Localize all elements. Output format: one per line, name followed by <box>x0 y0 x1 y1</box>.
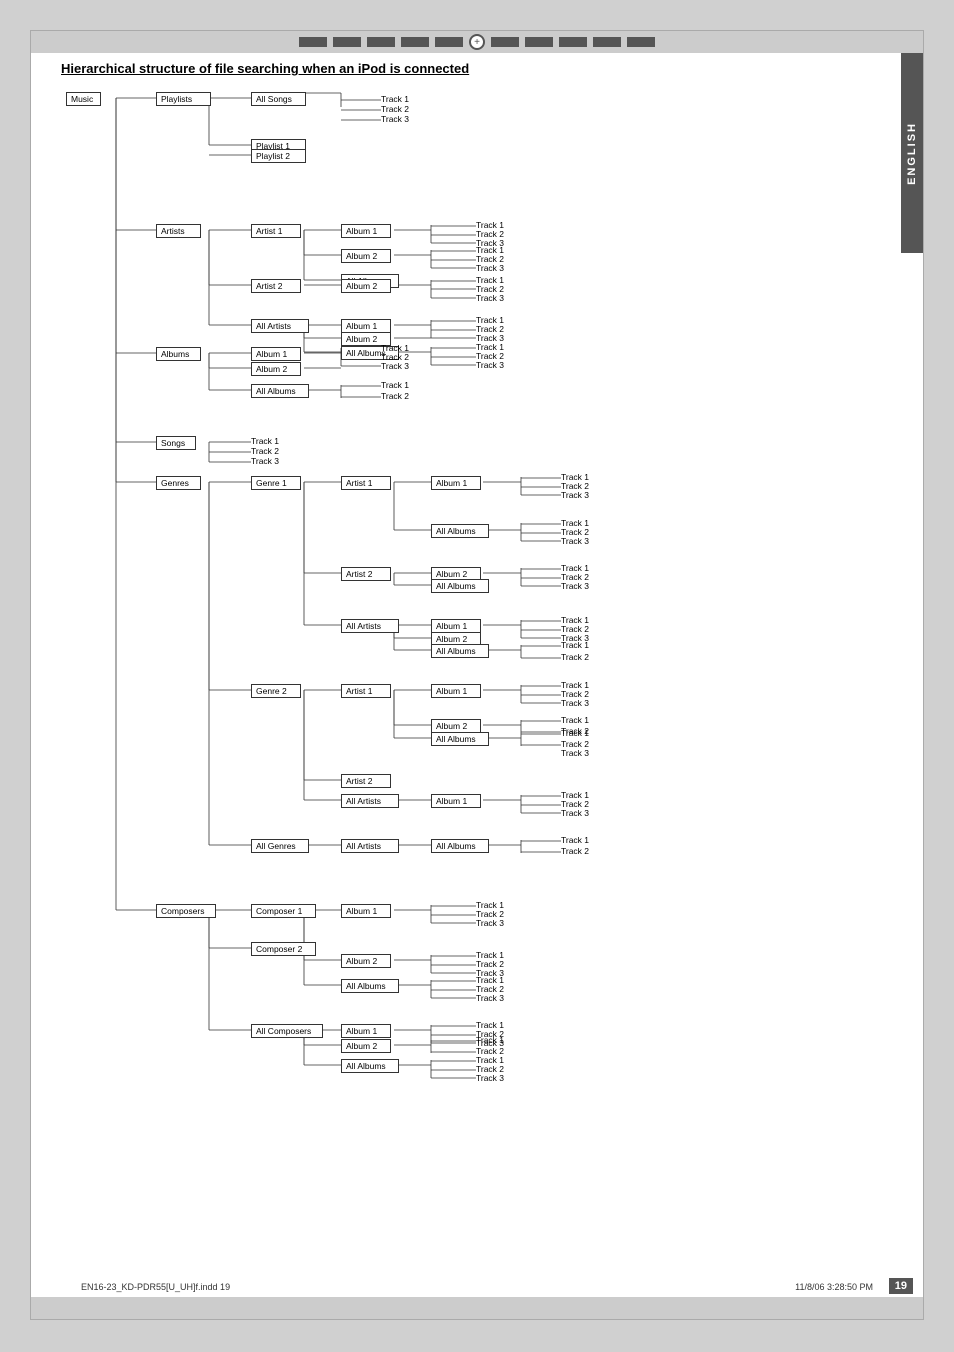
page-title: Hierarchical structure of file searching… <box>61 61 893 76</box>
node-songs: Songs <box>156 436 196 450</box>
node-music: Music <box>66 92 101 106</box>
node-c1-album2: Album 2 <box>341 954 391 968</box>
node-genres: Genres <box>156 476 201 490</box>
node-artist1: Artist 1 <box>251 224 301 238</box>
node-ac-al2-t1: Track 1 <box>476 1035 504 1045</box>
node-g1-aa-album1: Album 1 <box>431 619 481 633</box>
node-composers: Composers <box>156 904 216 918</box>
node-c1-allalbums: All Albums <box>341 979 399 993</box>
node-c1-al1-t3: Track 3 <box>476 918 504 928</box>
node-composer1: Composer 1 <box>251 904 316 918</box>
node-allsongs-t1: Track 1 <box>381 94 409 104</box>
node-g1-aa-allal-t1: Track 1 <box>561 640 589 650</box>
node-alb-album1: Album 1 <box>251 347 301 361</box>
node-ag-allartists: All Artists <box>341 839 399 853</box>
node-g2-a1-allalbums: All Albums <box>431 732 489 746</box>
node-all-genres: All Genres <box>251 839 309 853</box>
node-g2-a1-allal-t3: Track 3 <box>561 748 589 758</box>
node-g1-a2-al2-t3: Track 3 <box>561 581 589 591</box>
node-aa-album1: Album 1 <box>341 319 391 333</box>
node-playlist2: Playlist 2 <box>251 149 306 163</box>
node-g2-aa-al1-t3: Track 3 <box>561 808 589 818</box>
node-playlists: Playlists <box>156 92 211 106</box>
node-all-artists-a: All Artists <box>251 319 309 333</box>
node-g1-allartists: All Artists <box>341 619 399 633</box>
node-aa-allal-t3: Track 3 <box>476 360 504 370</box>
node-alb-al1-t3: Track 3 <box>381 361 409 371</box>
node-a1-album1: Album 1 <box>341 224 391 238</box>
node-ac-album2: Album 2 <box>341 1039 391 1053</box>
node-ac-allal-t3: Track 3 <box>476 1073 504 1083</box>
node-ac-album1: Album 1 <box>341 1024 391 1038</box>
node-all-songs: All Songs <box>251 92 306 106</box>
node-ag-aa-allalbums: All Albums <box>431 839 489 853</box>
bottom-decoration-bar <box>31 1297 923 1319</box>
node-g1-a1-album1: Album 1 <box>431 476 481 490</box>
node-a2-al2-t3: Track 3 <box>476 293 504 303</box>
top-decoration-bar <box>31 31 923 53</box>
node-g2-artist2: Artist 2 <box>341 774 391 788</box>
node-alb-album2: Album 2 <box>251 362 301 376</box>
node-a2-album2: Album 2 <box>341 279 391 293</box>
node-songs-t2: Track 2 <box>251 446 279 456</box>
node-c1-album1: Album 1 <box>341 904 391 918</box>
node-all-composers: All Composers <box>251 1024 323 1038</box>
node-g2-a1-al2-t1: Track 1 <box>561 715 589 725</box>
language-label: ENGLISH <box>906 122 918 185</box>
node-songs-t3: Track 3 <box>251 456 279 466</box>
node-ag-allal-t1: Track 1 <box>561 835 589 845</box>
node-allsongs-t2: Track 2 <box>381 104 409 114</box>
node-g1-a1-allalbums: All Albums <box>431 524 489 538</box>
node-genre2: Genre 2 <box>251 684 301 698</box>
hierarchy-diagram: Music Playlists Artists Albums Songs Gen… <box>61 90 881 1190</box>
node-ag-allal-t2: Track 2 <box>561 846 589 856</box>
node-g1-artist1: Artist 1 <box>341 476 391 490</box>
node-genre1: Genre 1 <box>251 476 301 490</box>
node-albums: Albums <box>156 347 201 361</box>
node-composer2: Composer 2 <box>251 942 316 956</box>
node-alb-allalbums: All Albums <box>251 384 309 398</box>
node-g2-allartists: All Artists <box>341 794 399 808</box>
main-content: Hierarchical structure of file searching… <box>61 61 893 1279</box>
node-songs-t1: Track 1 <box>251 436 279 446</box>
node-allsongs-t3: Track 3 <box>381 114 409 124</box>
node-g1-aa-allalbums: All Albums <box>431 644 489 658</box>
node-g2-a1-album1: Album 1 <box>431 684 481 698</box>
node-g1-aa-allal-t2: Track 2 <box>561 652 589 662</box>
node-g1-a2-allalbums: All Albums <box>431 579 489 593</box>
footer-right: 11/8/06 3:28:50 PM <box>795 1282 873 1292</box>
node-artist2: Artist 2 <box>251 279 301 293</box>
page: ENGLISH Hierarchical structure of file s… <box>30 30 924 1320</box>
node-artists: Artists <box>156 224 201 238</box>
plus-circle-icon <box>469 34 485 50</box>
english-sidebar: ENGLISH <box>901 53 923 253</box>
node-g2-a1-allal-t1: Track 1 <box>561 728 589 738</box>
footer-left: EN16-23_KD-PDR55[U_UH]f.indd 19 <box>81 1282 230 1292</box>
node-g1-a1-al1-t3: Track 3 <box>561 490 589 500</box>
node-alb-allal-t2: Track 2 <box>381 391 409 401</box>
node-g2-a1-al1-t3: Track 3 <box>561 698 589 708</box>
node-c1-allal-t3: Track 3 <box>476 993 504 1003</box>
node-g1-artist2: Artist 2 <box>341 567 391 581</box>
node-a1-album2: Album 2 <box>341 249 391 263</box>
node-alb-allal-t1: Track 1 <box>381 380 409 390</box>
node-ac-allalbums: All Albums <box>341 1059 399 1073</box>
node-g1-a1-allal-t3: Track 3 <box>561 536 589 546</box>
node-g2-artist1: Artist 1 <box>341 684 391 698</box>
node-a1-al2-t3: Track 3 <box>476 263 504 273</box>
page-number: 19 <box>889 1278 913 1294</box>
node-g2-aa-album1: Album 1 <box>431 794 481 808</box>
node-g2-a1-album2: Album 2 <box>431 719 481 733</box>
